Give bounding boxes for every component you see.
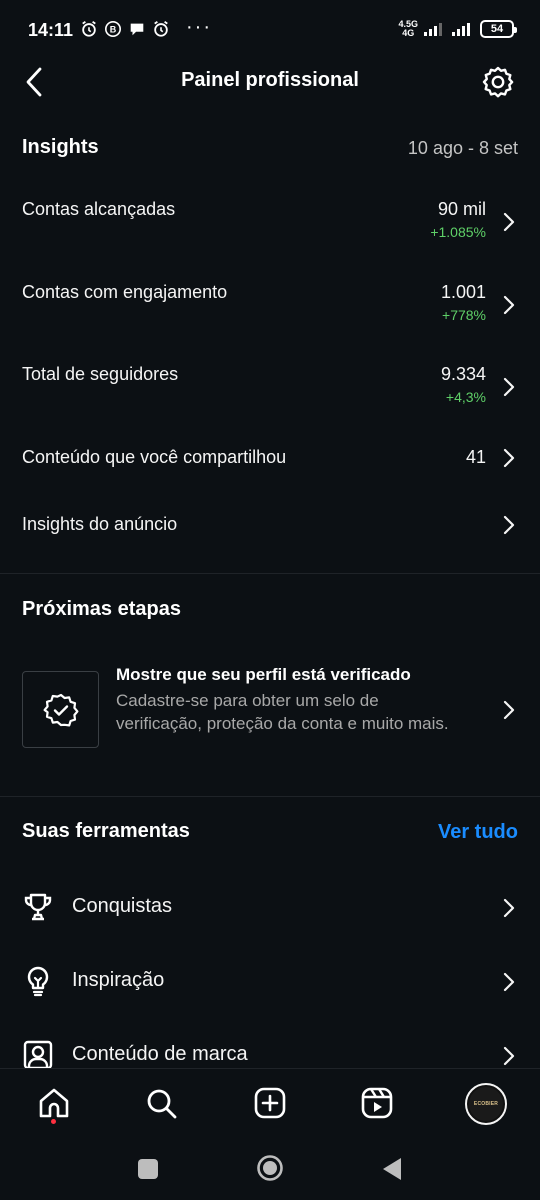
verification-badge-box <box>22 671 99 748</box>
tools-title: Suas ferramentas <box>22 820 190 842</box>
metric-row-total-followers[interactable]: Total de seguidores 9.334 +4,3% <box>22 364 518 414</box>
alarm-clock-icon <box>154 21 168 37</box>
metric-value: 9.334 <box>440 364 486 384</box>
nav-search[interactable] <box>141 1083 181 1123</box>
metric-row-ad-insights[interactable]: Insights do anúncio <box>22 514 518 540</box>
metric-value: 41 <box>465 447 486 467</box>
metric-delta: +4,3% <box>445 389 486 405</box>
status-notification-icons: B <box>80 20 170 38</box>
chevron-right-icon <box>503 700 515 720</box>
verification-card-description: Cadastre-se para obter um selo de verifi… <box>116 691 449 733</box>
gear-icon <box>482 66 514 98</box>
date-range[interactable]: 10 ago - 8 set <box>408 138 518 159</box>
tool-item-achievements[interactable]: Conquistas <box>22 889 518 929</box>
alarm-icon <box>82 21 96 37</box>
metric-row-content-shared[interactable]: Conteúdo que você compartilhou 41 <box>22 447 518 473</box>
metric-label: Insights do anúncio <box>22 514 178 534</box>
top-header: Painel profissional <box>0 60 540 104</box>
avatar: ECOBIER <box>469 1087 503 1121</box>
nav-home[interactable] <box>34 1083 74 1123</box>
system-navigation-bar <box>0 1140 540 1200</box>
battery-indicator: 54 <box>480 20 517 38</box>
trophy-icon <box>24 893 52 921</box>
bottom-navigation: ECOBIER <box>0 1068 540 1140</box>
metric-label: Contas com engajamento <box>22 282 228 302</box>
metric-label: Contas alcançadas <box>22 199 176 219</box>
insights-title: Insights <box>22 136 99 158</box>
verified-badge-icon <box>43 693 78 726</box>
metric-label: Total de seguidores <box>22 364 179 384</box>
chevron-right-icon <box>503 295 515 315</box>
b-notification-icon: B <box>104 20 122 38</box>
nav-profile-avatar[interactable]: ECOBIER <box>465 1083 507 1125</box>
more-notifications-indicator: ··· <box>186 16 212 38</box>
settings-button[interactable] <box>480 64 516 100</box>
metric-delta: +1.085% <box>430 224 486 240</box>
verification-card-title: Mostre que seu perfil está verificado <box>116 665 411 684</box>
metric-row-accounts-reached[interactable]: Contas alcançadas 90 mil +1.085% <box>22 199 518 249</box>
signal-strength-2-icon <box>452 23 470 36</box>
chevron-right-icon <box>503 1046 515 1066</box>
section-divider <box>0 573 540 574</box>
chevron-right-icon <box>503 515 515 535</box>
chat-bubble-icon <box>130 23 144 36</box>
chevron-right-icon <box>503 448 515 468</box>
tool-item-inspiration[interactable]: Inspiração <box>22 963 518 1003</box>
recent-apps-icon[interactable] <box>136 1157 160 1181</box>
metric-value: 1.001 <box>440 282 486 302</box>
home-notification-dot <box>51 1119 56 1124</box>
home-icon <box>39 1088 69 1118</box>
signal-strength-icon <box>424 23 442 36</box>
metric-label: Conteúdo que você compartilhou <box>22 447 287 467</box>
status-bar: 14:11 B ··· 4.5G 4G 54 <box>0 0 540 60</box>
chevron-right-icon <box>503 212 515 232</box>
search-icon <box>147 1089 177 1119</box>
tool-label: Conquistas <box>72 895 173 917</box>
see-all-link[interactable]: Ver tudo <box>438 821 518 844</box>
nav-reels[interactable] <box>357 1083 397 1123</box>
next-steps-title: Próximas etapas <box>22 598 181 620</box>
reels-icon <box>361 1087 393 1119</box>
network-type: 4.5G 4G <box>398 19 418 38</box>
verification-card[interactable]: Mostre que seu perfil está verificado Ca… <box>22 660 518 760</box>
home-system-icon[interactable] <box>256 1154 284 1182</box>
insights-header: Insights 10 ago - 8 set <box>22 136 518 162</box>
section-divider <box>0 796 540 797</box>
tool-label: Conteúdo de marca <box>72 1043 248 1065</box>
branded-content-icon <box>23 1040 53 1070</box>
lightbulb-icon <box>27 966 49 997</box>
status-time: 14:11 <box>28 20 74 40</box>
metric-row-accounts-engaged[interactable]: Contas com engajamento 1.001 +778% <box>22 282 518 332</box>
metric-delta: +778% <box>442 307 486 323</box>
svg-text:B: B <box>110 25 117 35</box>
chevron-right-icon <box>503 898 515 918</box>
status-right-cluster: 4.5G 4G 54 <box>398 19 517 38</box>
chevron-right-icon <box>503 377 515 397</box>
metric-value: 90 mil <box>437 199 486 219</box>
nav-create[interactable] <box>250 1083 290 1123</box>
tool-label: Inspiração <box>72 969 165 991</box>
back-system-icon[interactable] <box>381 1156 403 1182</box>
chevron-right-icon <box>503 972 515 992</box>
add-post-icon <box>254 1087 286 1119</box>
page-title: Painel profissional <box>181 69 359 91</box>
